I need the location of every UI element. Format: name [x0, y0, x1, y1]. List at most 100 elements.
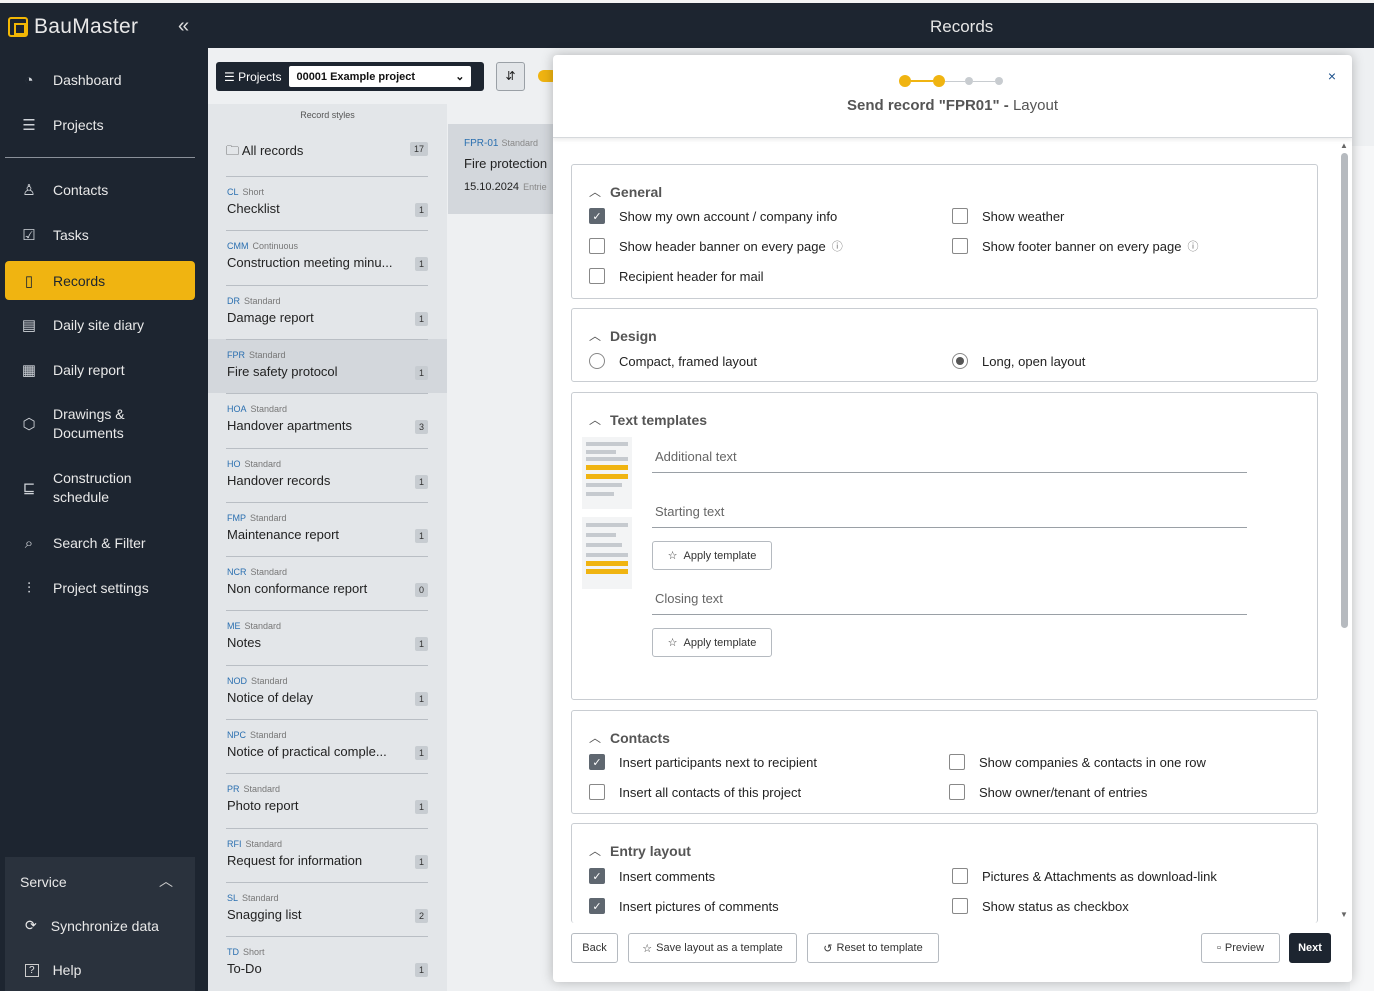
- record-style-item[interactable]: CMM Continuous Construction meeting minu..…: [208, 230, 447, 284]
- option-recipient-header[interactable]: Recipient header for mail: [589, 268, 764, 284]
- checkbox[interactable]: [589, 784, 605, 800]
- project-select[interactable]: 00001 Example project ⌄: [289, 66, 472, 87]
- option-comment-pictures[interactable]: ✓ Insert pictures of comments: [589, 898, 779, 914]
- option-long-layout[interactable]: Long, open layout: [952, 353, 1085, 369]
- sidebar-item-daily-site-diary[interactable]: ▤ Daily site diary: [5, 303, 195, 347]
- record-style-name: Maintenance report: [227, 526, 340, 542]
- help-item[interactable]: ? Help: [25, 962, 81, 978]
- sidebar-item-search-filter[interactable]: ⌕ Search & Filter: [5, 521, 195, 565]
- radio-button[interactable]: [589, 353, 605, 369]
- entry-layout-header[interactable]: ︿ Entry layout: [589, 842, 691, 859]
- apply-template-button[interactable]: ☆ Apply template: [652, 541, 772, 570]
- synchronize-data-item[interactable]: ⟳ Synchronize data: [25, 917, 159, 934]
- logo[interactable]: BauMaster: [8, 15, 138, 39]
- checkbox[interactable]: [952, 868, 968, 884]
- checkbox[interactable]: [949, 784, 965, 800]
- info-icon[interactable]: ⓘ: [832, 238, 843, 254]
- sidebar-item-construction-schedule[interactable]: ⊑ Construction schedule: [5, 464, 195, 512]
- record-style-item[interactable]: DR Standard Damage report 1: [208, 284, 447, 339]
- checkbox[interactable]: ✓: [589, 898, 605, 914]
- record-style-item[interactable]: NCR Standard Non conformance report 0: [208, 556, 447, 610]
- save-layout-template-button[interactable]: ☆ Save layout as a template: [628, 933, 797, 963]
- checkbox[interactable]: [952, 238, 968, 254]
- text-templates-section: ︿ Text templates Additional text Starting…: [571, 392, 1318, 700]
- option-all-contacts[interactable]: Insert all contacts of this project: [589, 784, 801, 800]
- option-status-checkbox[interactable]: Show status as checkbox: [952, 898, 1129, 914]
- option-compact-layout[interactable]: Compact, framed layout: [589, 353, 757, 369]
- record-style-item[interactable]: CL Short Checklist 1: [208, 176, 447, 230]
- close-icon[interactable]: ×: [1328, 68, 1336, 84]
- scroll-down-icon[interactable]: ▼: [1340, 910, 1348, 919]
- checkbox[interactable]: ✓: [589, 754, 605, 770]
- design-header[interactable]: ︿ Design: [589, 327, 657, 344]
- service-panel: Service ︿ ⟳ Synchronize data ? Help: [5, 857, 195, 991]
- option-companies-one-row[interactable]: Show companies & contacts in one row: [949, 754, 1206, 770]
- apply-template-button[interactable]: ☆ Apply template: [652, 628, 772, 657]
- collapse-sidebar-icon[interactable]: «: [178, 15, 189, 38]
- scroll-thumb[interactable]: [1341, 153, 1348, 628]
- record-style-item[interactable]: NPC Standard Notice of practical comple...…: [208, 719, 447, 773]
- top-bar: BauMaster « Records: [0, 0, 1374, 48]
- record-style-item[interactable]: NOD Standard Notice of delay 1: [208, 664, 447, 719]
- record-style-item[interactable]: HOA Standard Handover apartments 3: [208, 393, 447, 447]
- checkbox[interactable]: ✓: [589, 868, 605, 884]
- divider: [226, 827, 428, 829]
- option-insert-comments[interactable]: ✓ Insert comments: [589, 868, 715, 884]
- checkbox[interactable]: ✓: [589, 208, 605, 224]
- text-templates-header[interactable]: ︿ Text templates: [589, 411, 707, 428]
- checkbox[interactable]: [949, 754, 965, 770]
- chevron-up-icon: ︿: [589, 329, 602, 343]
- sidebar-item-daily-report[interactable]: ▦ Daily report: [5, 348, 195, 392]
- sidebar-item-drawings[interactable]: ⬡ Drawings & Documents: [5, 400, 195, 448]
- contacts-header[interactable]: ︿ Contacts: [589, 729, 670, 746]
- sort-button[interactable]: ⇵: [496, 62, 525, 91]
- record-style-item[interactable]: FMP Standard Maintenance report 1: [208, 501, 447, 556]
- record-style-item[interactable]: TD Short To-Do 1: [208, 936, 447, 990]
- sidebar-item-contacts[interactable]: ♙ Contacts: [5, 168, 195, 212]
- preview-button[interactable]: ▫ Preview: [1201, 933, 1280, 963]
- back-button[interactable]: Back: [571, 933, 618, 963]
- record-style-item[interactable]: ME Standard Notes 1: [208, 610, 447, 664]
- record-style-item[interactable]: FPR Standard Fire safety protocol 1: [208, 338, 447, 393]
- scroll-up-icon[interactable]: ▲: [1340, 141, 1348, 150]
- option-owner-tenant[interactable]: Show owner/tenant of entries: [949, 784, 1147, 800]
- all-records-item[interactable]: 🗀 All records 17: [226, 142, 428, 164]
- option-show-own-account[interactable]: ✓ Show my own account / company info: [589, 208, 837, 224]
- checkbox[interactable]: [952, 898, 968, 914]
- option-header-banner[interactable]: Show header banner on every page ⓘ: [589, 238, 843, 254]
- starting-text-field[interactable]: Starting text: [652, 498, 1247, 528]
- additional-text-field[interactable]: Additional text: [652, 443, 1247, 473]
- record-style-item[interactable]: PR Standard Photo report 1: [208, 773, 447, 827]
- building-icon: ▦: [21, 362, 37, 379]
- sidebar-item-projects[interactable]: ☰ Projects: [5, 103, 195, 147]
- sidebar-item-tasks[interactable]: ☑ Tasks: [5, 213, 195, 257]
- option-footer-banner[interactable]: Show footer banner on every page ⓘ: [952, 238, 1198, 254]
- option-download-link[interactable]: Pictures & Attachments as download-link: [952, 868, 1217, 884]
- divider: [226, 284, 428, 286]
- search-document-icon: ⌕: [24, 534, 34, 552]
- divider: [226, 936, 428, 938]
- sidebar-item-project-settings[interactable]: ⫶ Project settings: [5, 566, 195, 610]
- radio-button[interactable]: [952, 353, 968, 369]
- sidebar-item-dashboard[interactable]: ◔ Dashboard: [5, 58, 195, 102]
- chevron-up-icon[interactable]: ︿: [159, 871, 173, 891]
- option-show-weather[interactable]: Show weather: [952, 208, 1064, 224]
- option-insert-participants[interactable]: ✓ Insert participants next to recipient: [589, 754, 817, 770]
- checkbox[interactable]: [952, 208, 968, 224]
- checkbox[interactable]: [589, 238, 605, 254]
- general-header[interactable]: ︿ General: [589, 183, 662, 200]
- record-style-item[interactable]: SL Standard Snagging list 2: [208, 881, 447, 936]
- record-card[interactable]: FPR-01 Standard Fire protection 15.10.202…: [448, 124, 568, 214]
- record-style-item[interactable]: RFI Standard Request for information 1: [208, 827, 447, 882]
- divider: [226, 447, 428, 449]
- info-icon[interactable]: ⓘ: [1187, 238, 1198, 254]
- record-style-item[interactable]: HO Standard Handover records 1: [208, 447, 447, 502]
- background-panel: [1350, 146, 1374, 991]
- checkbox[interactable]: [589, 268, 605, 284]
- sidebar-item-records[interactable]: ▯ Records: [5, 261, 195, 300]
- closing-text-field[interactable]: Closing text: [652, 585, 1247, 615]
- service-header[interactable]: Service: [20, 874, 67, 890]
- next-button[interactable]: Next: [1289, 933, 1331, 963]
- reset-template-button[interactable]: ↺ Reset to template: [807, 933, 939, 963]
- scrollbar[interactable]: ▲ ▼: [1340, 141, 1350, 921]
